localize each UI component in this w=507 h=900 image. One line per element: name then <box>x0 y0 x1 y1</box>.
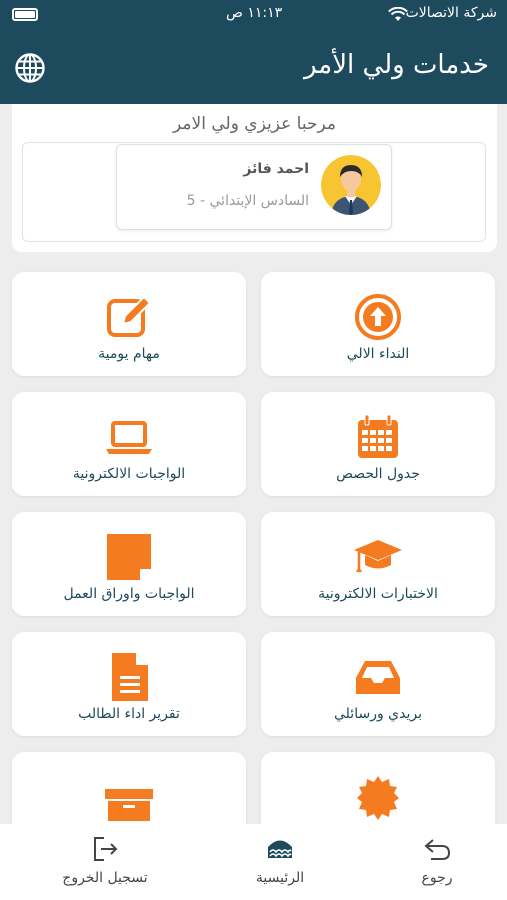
tile-schedule[interactable]: جدول الحصص <box>261 392 495 496</box>
status-time: ١١:١٣ ص <box>226 5 283 21</box>
tile-auto-call[interactable]: النداء الالي <box>261 272 495 376</box>
home-icon <box>268 840 292 858</box>
tile-e-homework[interactable]: الواجبات الالكترونية <box>12 392 246 496</box>
file-text-icon <box>112 653 148 701</box>
sticky-note-icon <box>107 534 151 580</box>
logout-button[interactable]: تسجيل الخروج <box>50 834 160 894</box>
app-header: خدمات ولي الأمر <box>0 30 507 104</box>
tile-label: بريدي ورسائلي <box>334 706 422 722</box>
student-avatar <box>321 155 381 215</box>
home-button[interactable]: الرئيسية <box>240 834 320 894</box>
graduation-cap-icon <box>354 540 402 572</box>
tile-daily-tasks[interactable]: مهام يومية <box>12 272 246 376</box>
edit-icon <box>107 295 152 337</box>
inbox-icon <box>356 661 400 694</box>
arrow-up-circle-icon <box>355 294 401 340</box>
globe-icon[interactable] <box>14 52 46 84</box>
student-grade: السادس الإبتدائي - 5 <box>186 193 309 209</box>
tile-mailbox[interactable]: بريدي ورسائلي <box>261 632 495 736</box>
student-avatar-icon <box>321 155 381 215</box>
back-arrow-icon <box>424 839 451 860</box>
tile-label: الواجبات الالكترونية <box>72 466 186 482</box>
logout-icon <box>94 837 118 861</box>
tile-performance-report[interactable]: تقرير اداء الطالب <box>12 632 246 736</box>
tile-label: الواجبات واوراق العمل <box>63 586 195 602</box>
tile-label: النداء الالي <box>346 346 410 362</box>
student-name: احمد فائز <box>243 161 309 177</box>
bottom-nav: تسجيل الخروج الرئيسية رجوع <box>0 824 507 900</box>
welcome-card: مرحبا عزيزي ولي الامر احمد فائز السادس ا… <box>12 104 497 252</box>
tile-worksheets[interactable]: الواجبات واوراق العمل <box>12 512 246 616</box>
tile-e-exams[interactable]: الاختبارات الالكترونية <box>261 512 495 616</box>
badge-icon <box>357 776 399 820</box>
tile-label: جدول الحصص <box>336 466 420 482</box>
archive-box-icon <box>105 789 153 821</box>
carrier-name: شركة الاتصالات <box>405 5 497 21</box>
tile-label: مهام يومية <box>98 346 160 362</box>
home-label: الرئيسية <box>255 870 305 886</box>
logout-label: تسجيل الخروج <box>62 870 148 886</box>
back-label: رجوع <box>421 870 453 886</box>
tile-label: تقرير اداء الطالب <box>78 706 180 722</box>
battery-icon <box>12 8 38 21</box>
status-bar: ١١:١٣ ص شركة الاتصالات <box>0 0 507 30</box>
student-card[interactable]: احمد فائز السادس الإبتدائي - 5 <box>116 144 392 230</box>
tile-label: الاختبارات الالكترونية <box>318 586 438 602</box>
welcome-greeting: مرحبا عزيزي ولي الامر <box>173 114 336 134</box>
calendar-icon <box>358 414 398 458</box>
back-button[interactable]: رجوع <box>407 834 467 894</box>
laptop-icon <box>106 421 152 454</box>
page-title: خدمات ولي الأمر <box>303 50 489 80</box>
